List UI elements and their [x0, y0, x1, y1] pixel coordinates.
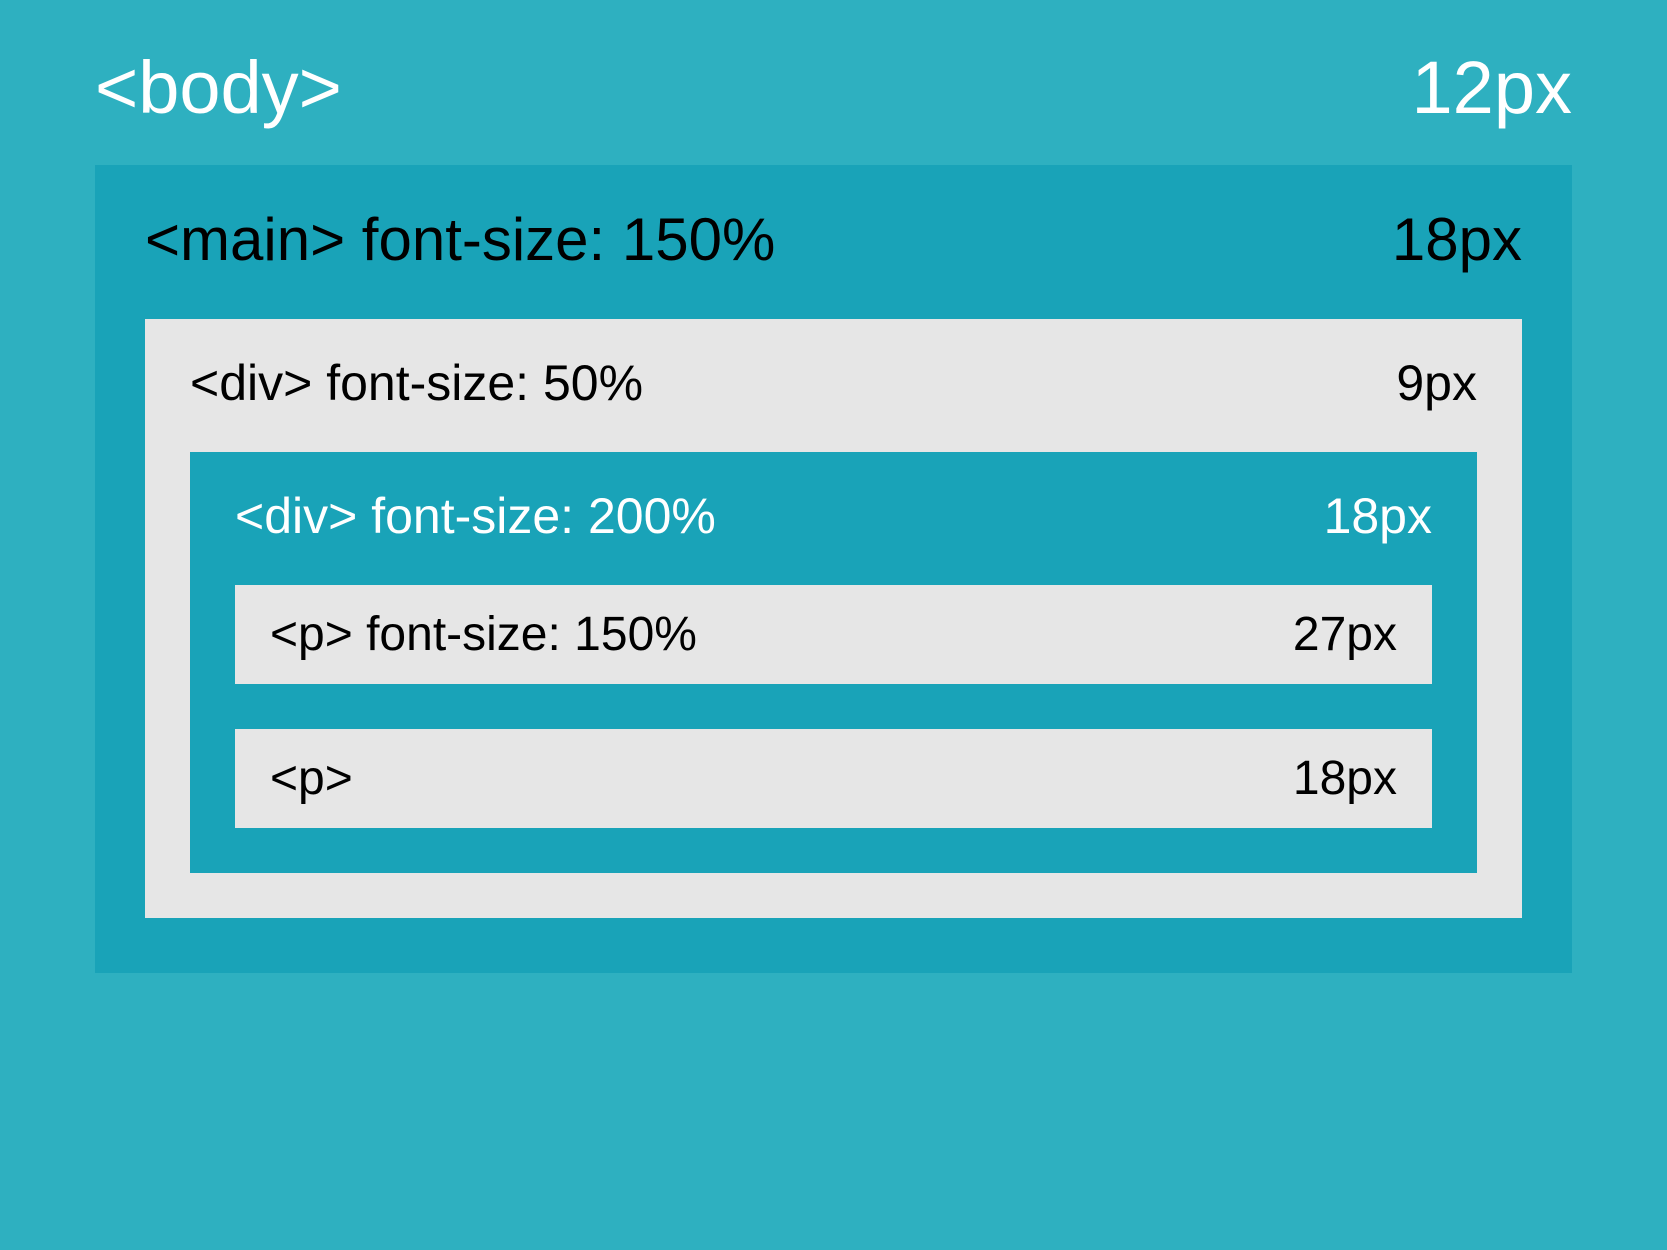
p2-size: 18px [1293, 751, 1397, 806]
div-outer-label: <div> font-size: 50% [190, 354, 643, 412]
p2-box: <p> 18px [235, 729, 1432, 828]
p1-box: <p> font-size: 150% 27px [235, 585, 1432, 684]
body-size: 12px [1412, 45, 1572, 130]
div-inner-box: <div> font-size: 200% 18px <p> font-size… [190, 452, 1477, 873]
main-row: <main> font-size: 150% 18px [145, 205, 1522, 274]
main-label: <main> font-size: 150% [145, 205, 775, 274]
main-size: 18px [1392, 205, 1522, 274]
div-inner-size: 18px [1324, 487, 1432, 545]
div-outer-row: <div> font-size: 50% 9px [190, 354, 1477, 412]
body-row: <body> 12px [95, 45, 1572, 130]
div-inner-label: <div> font-size: 200% [235, 487, 716, 545]
div-outer-box: <div> font-size: 50% 9px <div> font-size… [145, 319, 1522, 918]
body-label: <body> [95, 45, 342, 130]
div-outer-size: 9px [1396, 354, 1477, 412]
div-inner-row: <div> font-size: 200% 18px [235, 487, 1432, 545]
p1-size: 27px [1293, 607, 1397, 662]
p1-label: <p> font-size: 150% [270, 607, 697, 662]
main-box: <main> font-size: 150% 18px <div> font-s… [95, 165, 1572, 973]
p2-label: <p> [270, 751, 353, 806]
